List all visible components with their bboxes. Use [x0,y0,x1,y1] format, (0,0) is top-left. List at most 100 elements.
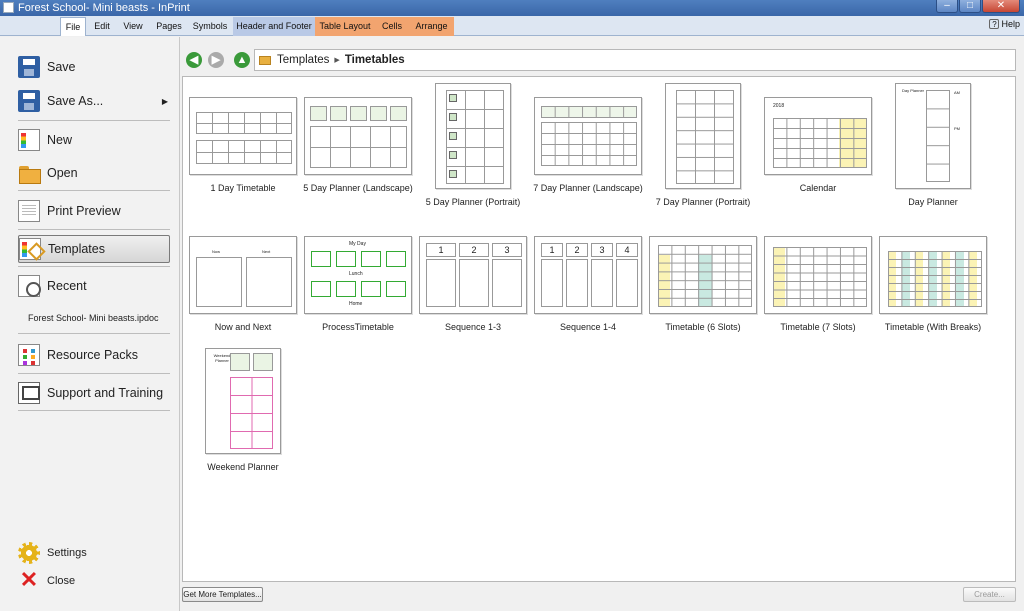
recent-file-item[interactable]: Forest School- Mini beasts.ipdoc [28,313,159,323]
help-button[interactable]: ? Help [989,19,1020,29]
template-thumbnail [435,83,511,189]
template-tile[interactable]: Weekend Planner Saturday Sunday Weekend … [187,348,299,473]
template-thumbnail: 2018 [764,97,872,175]
open-button[interactable]: Open [18,159,170,187]
tab-pages[interactable]: Pages [152,17,186,36]
separator [18,373,170,374]
separator [18,266,170,267]
resource-packs-label: Resource Packs [47,348,139,362]
now-label: Now [212,249,221,254]
tab-cells[interactable]: Cells [375,17,409,36]
weekend-header [230,353,273,371]
day-planner-title: Day Planner [902,88,925,93]
window-controls: – □ ✕ [936,0,1020,13]
breadcrumb[interactable]: Templates ▶ Timetables [254,49,1016,71]
template-tile[interactable]: My Day Lunch Home ProcessTimetable [302,236,414,333]
ribbon-tabs: File Edit View Pages Symbols Header and … [0,16,1024,36]
recent-button[interactable]: Recent [18,272,170,300]
tab-symbols[interactable]: Symbols [190,17,230,36]
support-button[interactable]: Support and Training [18,379,170,407]
template-thumbnail [665,83,741,189]
calendar-year: 2018 [773,103,785,109]
window-title: Forest School- Mini beasts - InPrint [18,2,190,14]
symbol-icon [449,170,457,178]
am-label: AM [954,90,960,95]
template-tile[interactable]: 1 Day Timetable [187,97,299,194]
tab-view[interactable]: View [118,17,148,36]
process-step: My Day [349,241,366,247]
template-gallery: 1 Day Timetable 5 Day Planner (Landscape… [182,76,1016,582]
new-document-icon [18,129,40,151]
close-window-button[interactable]: ✕ [982,0,1020,13]
day-header-row [310,106,407,121]
minimize-button[interactable]: – [936,0,958,13]
template-tile[interactable]: Now Next Now and Next [187,236,299,333]
process-row [311,281,406,297]
template-tile[interactable]: Timetable (With Breaks) [877,236,989,333]
template-tile[interactable]: 5 Day Planner (Portrait) [417,83,529,208]
print-preview-label: Print Preview [47,204,121,218]
new-label: New [47,133,73,147]
planner-grid [676,90,734,184]
print-preview-button[interactable]: Print Preview [18,197,170,225]
tab-table-layout[interactable]: Table Layout [315,17,375,36]
weekend-grid [230,377,273,449]
folder-icon [259,55,271,65]
tab-edit[interactable]: Edit [88,17,116,36]
close-button[interactable]: ✕ Close [18,567,170,595]
template-thumbnail: 1 2 3 [419,236,527,314]
timetable-grid [196,112,292,134]
save-as-button[interactable]: Save As... ▶ [18,87,170,115]
maximize-button[interactable]: □ [959,0,981,13]
template-tile[interactable]: 1 2 3 Sequence 1-3 [417,236,529,333]
template-tile[interactable]: Day Planner AM PM Day Planner [877,83,989,208]
navigation-bar: ◀ ▶ ▲ Templates ▶ Timetables [182,48,1016,72]
template-thumbnail [649,236,757,314]
breadcrumb-templates[interactable]: Templates [277,54,329,66]
template-tile[interactable]: 5 Day Planner (Landscape) [302,97,414,194]
symbol-icon [449,132,457,140]
tab-header-and-footer[interactable]: Header and Footer [233,17,315,36]
gear-icon [18,542,40,564]
support-icon [18,382,40,404]
template-tile[interactable]: 7 Day Planner (Portrait) [647,83,759,208]
process-step: Home [349,301,363,307]
tab-file[interactable]: File [60,17,86,36]
help-icon: ? [989,19,1000,29]
back-button[interactable]: ◀ [186,52,202,68]
template-label: Weekend Planner [207,462,279,472]
settings-button[interactable]: Settings [18,539,170,567]
sequence-number: 4 [616,243,638,257]
folder-open-icon [18,162,41,184]
forward-button[interactable]: ▶ [208,52,224,68]
print-preview-icon [18,200,40,222]
next-cell [246,257,292,307]
backstage-menu [0,37,180,611]
template-tile[interactable]: Timetable (6 Slots) [647,236,759,333]
get-more-templates-button[interactable]: Get More Templates... [182,587,263,602]
template-tile[interactable]: 2018 Calendar [762,97,874,194]
template-thumbnail [764,236,872,314]
template-tile[interactable]: Timetable (7 Slots) [762,236,874,333]
app-icon [3,2,14,13]
day-header-row [541,106,637,118]
resource-packs-button[interactable]: Resource Packs [18,341,170,369]
templates-button[interactable]: Templates [18,235,170,263]
tab-arrange[interactable]: Arrange [409,17,454,36]
save-icon [18,56,40,78]
support-label: Support and Training [47,386,164,400]
up-button[interactable]: ▲ [234,52,250,68]
sequence-number: 1 [541,243,563,257]
template-tile[interactable]: 1 2 3 4 Sequence 1-4 [532,236,644,333]
template-label: Timetable (7 Slots) [780,322,856,332]
template-thumbnail: Weekend Planner Saturday Sunday [205,348,281,454]
timetable-grid [888,251,982,307]
time-slot-column [926,90,950,182]
save-button[interactable]: Save [18,53,170,81]
breadcrumb-separator-icon: ▶ [334,57,340,64]
new-button[interactable]: New [18,126,170,154]
sequence-cells [426,259,522,307]
create-button[interactable]: Create... [963,587,1016,602]
symbol-icon [449,94,457,102]
template-tile[interactable]: 7 Day Planner (Landscape) [532,97,644,194]
